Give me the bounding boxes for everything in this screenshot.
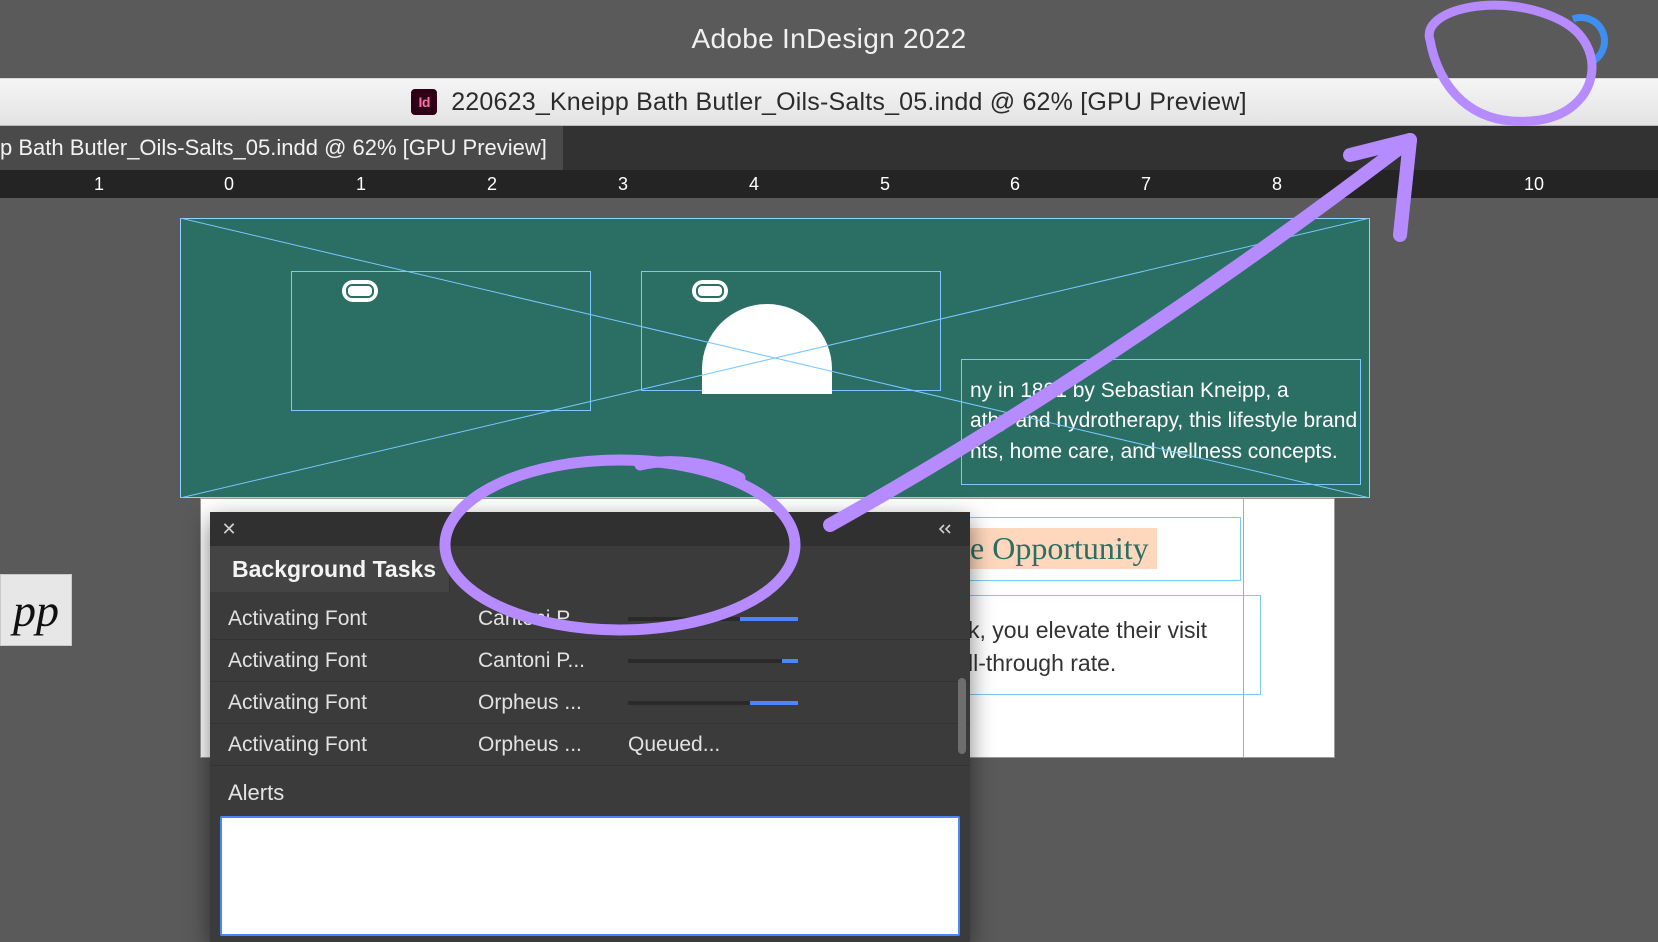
image-frame[interactable] <box>641 271 941 391</box>
task-item: Orpheus ... <box>478 733 618 757</box>
menubar: Adobe InDesign 2022 <box>0 0 1658 78</box>
text-frame[interactable]: ny in 1891 by Sebastian Kneipp, a athy a… <box>961 359 1361 485</box>
ruler-label: 4 <box>749 174 759 195</box>
image-frame[interactable] <box>291 271 591 411</box>
task-progress-bar <box>628 659 798 663</box>
doc-header-block[interactable]: ny in 1891 by Sebastian Kneipp, a athy a… <box>180 218 1370 498</box>
document-tab-bar: p Bath Butler_Oils-Salts_05.indd @ 62% [… <box>0 126 1658 170</box>
task-label: Activating Font <box>228 733 478 757</box>
indesign-app-icon: Id <box>411 89 437 115</box>
sync-spinner-icon <box>1545 5 1617 77</box>
ruler-label: 3 <box>618 174 628 195</box>
alerts-box[interactable] <box>220 816 960 936</box>
task-item: Orpheus ... <box>478 691 618 715</box>
background-tasks-panel[interactable]: ✕ Background Tasks Activating Font Canto… <box>210 512 970 942</box>
app-title: Adobe InDesign 2022 <box>691 23 966 55</box>
ruler-label: 0 <box>224 174 234 195</box>
document-tab-label: p Bath Butler_Oils-Salts_05.indd @ 62% [… <box>0 135 547 161</box>
ruler-label: 6 <box>1010 174 1020 195</box>
panel-tab[interactable]: Background Tasks <box>210 546 450 592</box>
alerts-header: Alerts <box>210 766 970 816</box>
task-row[interactable]: Activating Font Cantoni P... <box>210 598 970 640</box>
panel-titlebar[interactable]: ✕ <box>210 512 970 546</box>
task-label: Activating Font <box>228 691 478 715</box>
margin-guide <box>1243 499 1244 757</box>
link-icon <box>342 280 378 302</box>
panel-title: Background Tasks <box>232 556 436 583</box>
thumbnail-text: pp <box>13 584 59 637</box>
ruler-label: 10 <box>1524 174 1544 195</box>
window-title: 220623_Kneipp Bath Butler_Oils-Salts_05.… <box>451 88 1247 117</box>
ruler-label: 1 <box>356 174 366 195</box>
task-row[interactable]: Activating Font Orpheus ... <box>210 682 970 724</box>
header-line: athy and hydrotherapy, this lifestyle br… <box>970 406 1357 436</box>
heading-text: e Opportunity <box>962 528 1157 569</box>
task-item: Cantoni P... <box>478 649 618 673</box>
task-item: Cantoni P... <box>478 607 618 631</box>
close-icon[interactable]: ✕ <box>220 520 238 538</box>
heading-frame[interactable]: e Opportunity <box>961 517 1241 581</box>
horizontal-ruler[interactable]: 1 0 1 2 3 4 5 6 7 8 9 10 <box>0 170 1658 198</box>
window-title-bar: Id 220623_Kneipp Bath Butler_Oils-Salts_… <box>0 78 1658 126</box>
thumbnail[interactable]: pp <box>0 574 72 646</box>
task-row[interactable]: Activating Font Cantoni P... <box>210 640 970 682</box>
ruler-label: 5 <box>880 174 890 195</box>
body-line: k, you elevate their visit <box>968 614 1207 647</box>
logo-placeholder <box>702 304 832 394</box>
ruler-label: 2 <box>487 174 497 195</box>
header-line: ny in 1891 by Sebastian Kneipp, a <box>970 376 1357 406</box>
workspace[interactable]: pp ny in 1891 by Sebastian Kneipp, a ath… <box>0 198 1658 760</box>
id-icon-label: Id <box>418 94 429 110</box>
task-progress-bar <box>628 701 798 705</box>
document-tab[interactable]: p Bath Butler_Oils-Salts_05.indd @ 62% [… <box>0 126 563 170</box>
collapse-icon[interactable] <box>936 521 960 537</box>
body-text-frame[interactable]: k, you elevate their visit ll-through ra… <box>961 595 1261 695</box>
panel-body: Activating Font Cantoni P... Activating … <box>210 592 970 936</box>
link-icon <box>692 280 728 302</box>
body-line: ll-through rate. <box>968 647 1207 680</box>
ruler-label: 8 <box>1272 174 1282 195</box>
ruler-label: 7 <box>1141 174 1151 195</box>
scrollbar-thumb[interactable] <box>958 678 966 754</box>
header-line: nts, home care, and wellness concepts. <box>970 437 1357 467</box>
task-label: Activating Font <box>228 607 478 631</box>
task-label: Activating Font <box>228 649 478 673</box>
task-progress-bar <box>628 617 798 621</box>
ruler-label: 1 <box>94 174 104 195</box>
ruler-label: 9 <box>1403 174 1413 195</box>
task-queued-label: Queued... <box>628 733 970 757</box>
